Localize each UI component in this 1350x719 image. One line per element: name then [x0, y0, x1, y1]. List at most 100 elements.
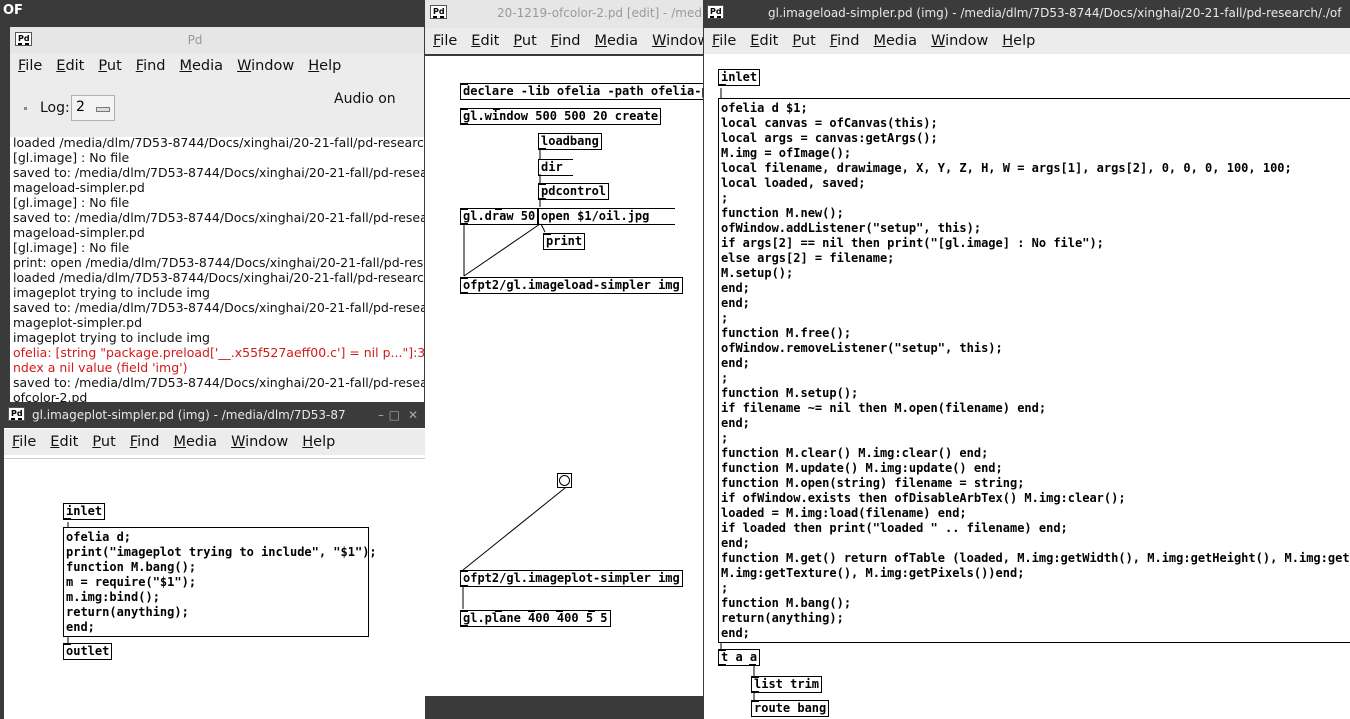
menu-put[interactable]: Put: [84, 429, 121, 455]
code-line: end;: [721, 296, 750, 310]
menu-put[interactable]: Put: [505, 28, 542, 54]
ofcolor-menubar: FileEditPutFindMediaWindow: [425, 28, 703, 54]
console-line: [gl.image] : No file: [13, 195, 130, 210]
t-a-a-object[interactable]: t a a: [718, 649, 761, 666]
menu-edit[interactable]: Edit: [463, 28, 505, 54]
ofelia-code-box[interactable]: ofelia d $1; local canvas = ofCanvas(this…: [718, 98, 1350, 643]
window-title: Pd: [187, 33, 203, 47]
imageload-object[interactable]: ofpt2/gl.imageload-simpler img: [460, 277, 683, 294]
pd-app-icon: Pd: [15, 32, 32, 46]
menu-file[interactable]: File: [425, 28, 463, 54]
ofcolor-window: Pd 20-1219-ofcolor-2.pd [edit] - /media …: [425, 0, 703, 719]
imageload-canvas[interactable]: inlet ofelia d $1; local canvas = ofCanva…: [704, 56, 1350, 719]
gl-plane-object[interactable]: gl.plane 400 400 5 5: [460, 610, 611, 627]
outlet-object[interactable]: outlet: [63, 643, 113, 660]
code-line: m.img:bind();: [66, 590, 160, 604]
code-line: function M.bang();: [721, 596, 852, 610]
pdcontrol-object[interactable]: pdcontrol: [538, 183, 610, 200]
code-line: ofelia d;: [66, 530, 132, 544]
code-line: M.img:getTexture(), M.img:getPixels())en…: [721, 566, 1025, 580]
code-line: function M.new();: [721, 206, 844, 220]
ofcolor-canvas[interactable]: declare -lib ofelia -path ofelia-p gl.wi…: [425, 56, 703, 696]
console-output: loaded /media/dlm/7D53-8744/Docs/xinghai…: [10, 137, 424, 407]
dropdown-icon: [96, 107, 110, 112]
ofcolor-titlebar[interactable]: Pd 20-1219-ofcolor-2.pd [edit] - /media: [425, 0, 703, 28]
inlet-object[interactable]: inlet: [718, 69, 761, 86]
maximize-icon[interactable]: □: [389, 402, 400, 428]
menu-window[interactable]: Window: [923, 28, 994, 54]
code-line: function M.clear() M.img:clear() end;: [721, 446, 989, 460]
menu-file[interactable]: File: [4, 429, 42, 455]
code-line: M.setup();: [721, 266, 794, 280]
menu-edit[interactable]: Edit: [48, 53, 90, 79]
code-line: end;: [66, 620, 95, 634]
code-line: ofWindow.removeListener("setup", this);: [721, 341, 1003, 355]
code-line: local filename, drawimage, X, Y, Z, H, W…: [721, 161, 1292, 175]
console-line: ofelia: [string "package.preload['__.x55…: [13, 345, 424, 360]
code-line: function M.bang();: [66, 560, 197, 574]
code-line: if args[2] == nil then print("[gl.image]…: [721, 236, 1104, 250]
minimize-icon[interactable]: –: [378, 402, 384, 428]
code-line: return(anything);: [721, 611, 844, 625]
menu-edit[interactable]: Edit: [42, 429, 84, 455]
menu-find[interactable]: Find: [822, 28, 866, 54]
code-line: M.img = ofImage();: [721, 146, 852, 160]
print-object[interactable]: print: [543, 233, 586, 250]
imageplot-canvas[interactable]: inlet ofelia d; print("imageplot trying t…: [4, 458, 426, 719]
menu-window[interactable]: Window: [229, 53, 300, 79]
gl-window-object[interactable]: gl.window 500 500 20 create: [460, 108, 662, 125]
code-line: m = require("$1");: [66, 575, 197, 589]
code-line: ;: [721, 191, 729, 205]
menu-put[interactable]: Put: [90, 53, 127, 79]
imageplot-object[interactable]: ofpt2/gl.imageplot-simpler img: [460, 570, 683, 587]
loadbang-object[interactable]: loadbang: [538, 133, 602, 150]
menu-help[interactable]: Help: [300, 53, 347, 79]
code-line: loaded = M.img:load(filename) end;: [721, 506, 967, 520]
menu-media[interactable]: Media: [587, 28, 645, 54]
pd-main-titlebar[interactable]: Pd Pd: [10, 27, 424, 53]
ofelia-code-box[interactable]: ofelia d; print("imageplot trying to incl…: [63, 527, 377, 637]
menu-edit[interactable]: Edit: [742, 28, 784, 54]
menu-media[interactable]: Media: [166, 429, 224, 455]
close-icon[interactable]: ✕: [408, 402, 418, 428]
menu-help[interactable]: Help: [994, 28, 1041, 54]
code-line: local canvas = ofCanvas(this);: [721, 116, 938, 130]
menu-window[interactable]: Window: [644, 28, 703, 54]
window-title: 20-1219-ofcolor-2.pd [edit] - /media: [497, 6, 703, 20]
menu-find[interactable]: Find: [122, 429, 166, 455]
console-line: ndex a nil value (field 'img'): [13, 360, 188, 375]
menu-find[interactable]: Find: [543, 28, 587, 54]
menu-file[interactable]: File: [10, 53, 48, 79]
console-line: mageload-simpler.pd: [13, 225, 145, 240]
window-title: gl.imageplot-simpler.pd (img) - /media/d…: [32, 408, 346, 422]
log-level-select[interactable]: 2: [71, 95, 115, 121]
open-file-message[interactable]: open $1/oil.jpg: [538, 208, 676, 225]
console-line: imageplot trying to include img: [13, 330, 210, 345]
code-line: function M.setup();: [721, 386, 859, 400]
toolbar-grip-icon: [24, 107, 27, 110]
code-line: else args[2] = filename;: [721, 251, 895, 265]
menu-media[interactable]: Media: [172, 53, 230, 79]
patch-cords: [462, 148, 566, 609]
pd-main-window: Pd Pd File Edit Put Find Media Window Help Log…: [10, 27, 424, 407]
menu-window[interactable]: Window: [223, 429, 294, 455]
code-line: function M.get() return ofTable (loaded,…: [721, 551, 1350, 565]
bang-button[interactable]: [557, 473, 572, 488]
of-logo: OF: [3, 3, 23, 18]
imageload-titlebar[interactable]: Pd gl.imageload-simpler.pd (img) - /medi…: [704, 0, 1350, 28]
inlet-object[interactable]: inlet: [63, 503, 106, 520]
menu-media[interactable]: Media: [866, 28, 924, 54]
menu-file[interactable]: File: [704, 28, 742, 54]
imageplot-titlebar[interactable]: Pd gl.imageplot-simpler.pd (img) - /medi…: [4, 402, 426, 428]
declare-object[interactable]: declare -lib ofelia -path ofelia-p: [460, 83, 703, 100]
gl-draw-object[interactable]: gl.draw 50: [460, 208, 539, 225]
route-bang-object[interactable]: route bang: [751, 700, 830, 717]
dir-message[interactable]: dir: [538, 159, 573, 176]
menu-put[interactable]: Put: [784, 28, 821, 54]
menu-help[interactable]: Help: [294, 429, 341, 455]
code-line: if ofWindow.exists then ofDisableArbTex(…: [721, 491, 1126, 505]
console-line: loaded /media/dlm/7D53-8744/Docs/xinghai…: [13, 137, 424, 150]
list-trim-object[interactable]: list trim: [751, 676, 823, 693]
code-line: local args = canvas:getArgs();: [721, 131, 938, 145]
menu-find[interactable]: Find: [128, 53, 172, 79]
